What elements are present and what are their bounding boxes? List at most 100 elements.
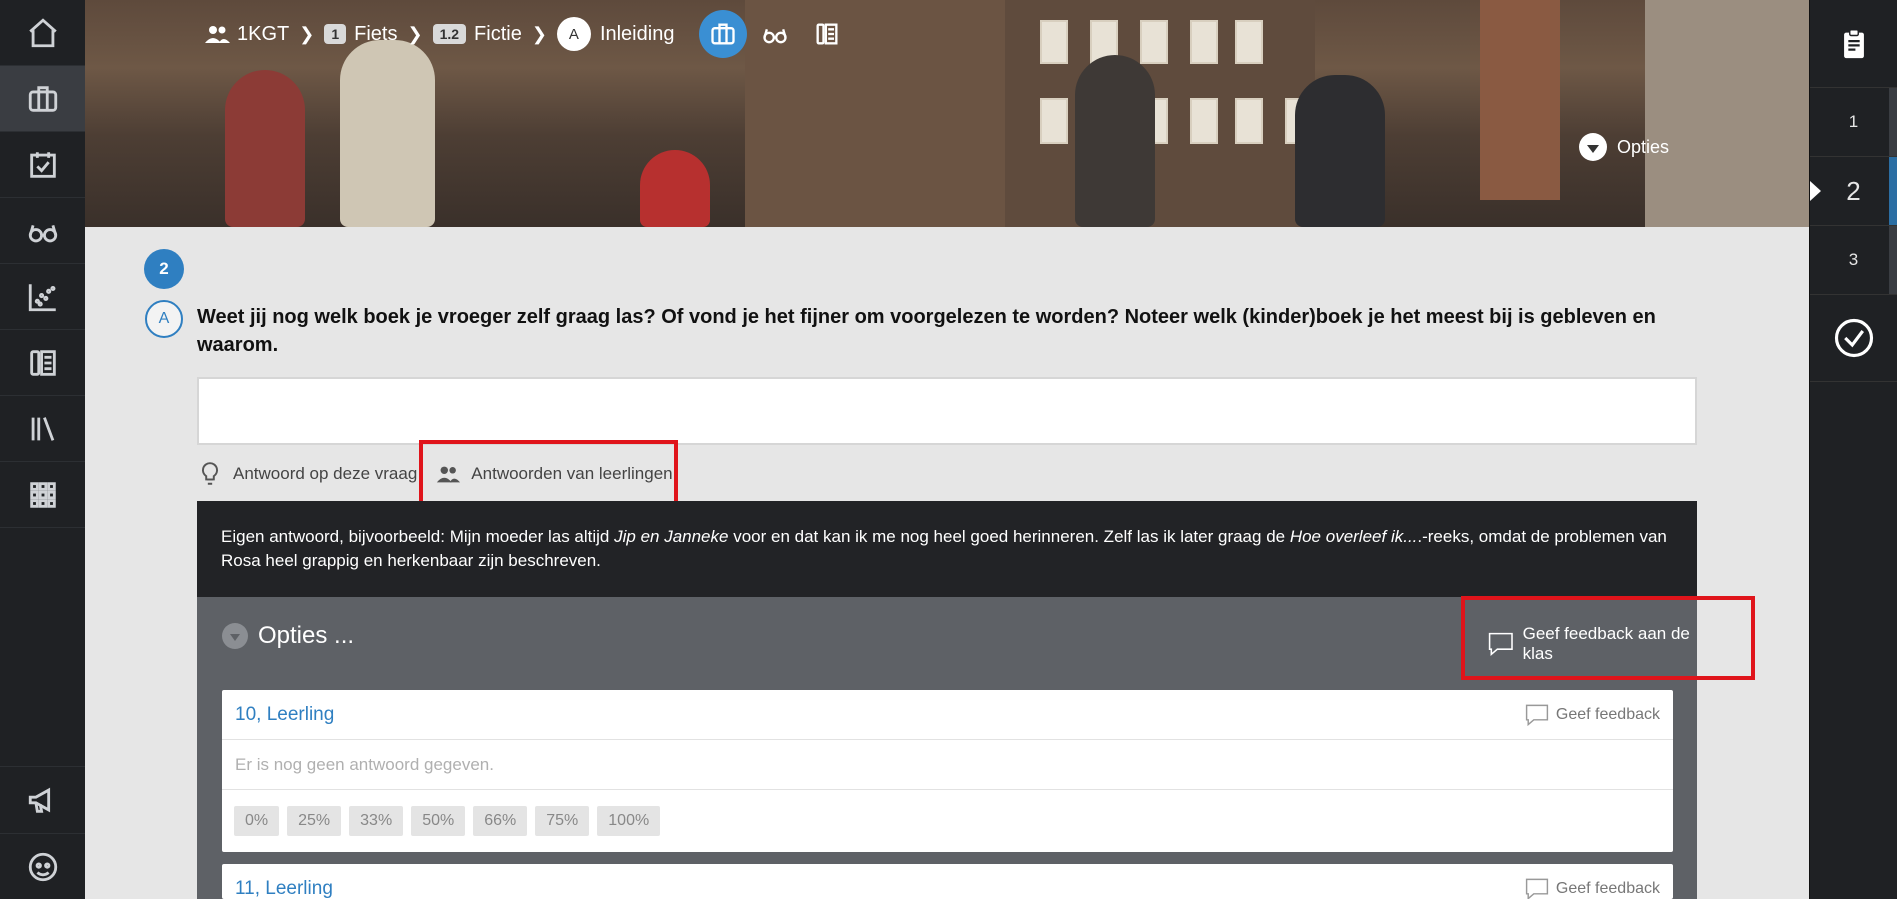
glasses-icon [763,29,788,44]
student-name-link[interactable]: 10, Leerling [235,704,334,726]
right-sidebar: 1 2 3 [1809,0,1897,899]
book-pages-icon [29,349,56,376]
breadcrumb-section-label: Fictie [474,22,522,45]
glasses-icon [28,224,57,242]
nav-library[interactable] [0,396,85,462]
home-icon [28,17,57,47]
student-card: 10, Leerling Geef feedback Er is nog gee… [222,690,1673,852]
header-banner: 1KGT ❯ 1 Fiets ❯ 1.2 Fictie ❯ A Inleidin… [85,0,1809,227]
current-step-arrow-icon [1810,181,1821,201]
nav-apps[interactable] [0,462,85,528]
step-nav-label: 1 [1848,112,1859,131]
library-icon [31,416,54,441]
breadcrumb-class-label: 1KGT [237,22,290,45]
view-review-button[interactable] [751,10,799,58]
question-text: Weet jij nog welk boek je vroeger zelf g… [197,306,1656,356]
comment-icon [1525,878,1549,899]
score-buttons: 0% 25% 33% 50% 66% 75% 100% [222,790,1673,852]
student-feedback-label: Geef feedback [1555,879,1660,897]
megaphone-icon [28,787,50,813]
score-button[interactable]: 33% [349,806,404,836]
view-lesson-button[interactable] [699,10,748,58]
nav-home[interactable] [0,0,85,66]
left-sidebar [0,0,85,899]
score-button[interactable]: 66% [473,806,528,836]
student-feedback-label: Geef feedback [1555,705,1660,723]
step-nav-label: 2 [1846,175,1861,206]
answer-input[interactable] [197,377,1697,445]
nav-method[interactable] [0,330,85,396]
section-badge: 1.2 [432,24,467,44]
calendar-check-icon [29,151,56,178]
step-nav-3[interactable]: 3 [1810,226,1897,295]
score-button[interactable]: 100% [597,806,661,836]
chevron-right-icon: ❯ [407,23,423,44]
header-opties-button[interactable]: Opties [1578,133,1669,161]
nav-results[interactable] [0,264,85,330]
scroll-rail-active[interactable] [1889,157,1897,225]
breadcrumb-chapter-label: Fiets [354,22,398,45]
nav-tasks[interactable] [0,132,85,198]
chevron-down-icon [1578,133,1607,161]
model-answer-title: Jip en Janneke [614,527,729,546]
model-answer-panel: Eigen antwoord, bijvoorbeeld: Mijn moede… [197,501,1697,598]
student-card-header: 10, Leerling Geef feedback [222,690,1673,740]
step-nav-1[interactable]: 1 [1810,88,1897,157]
model-answer-title: Hoe overleef ik... [1289,527,1418,546]
part-letter-badge: A [556,17,591,51]
chapter-badge: 1 [324,24,347,44]
score-button[interactable]: 0% [234,806,280,836]
student-card-header: 11, Leerling Geef feedback [222,864,1673,899]
breadcrumb-part-label: Inleiding [599,22,675,45]
score-button[interactable]: 50% [411,806,466,836]
model-answer-text: voor en dat kan ik me nog heel goed heri… [728,527,1290,546]
briefcase-icon [28,85,57,112]
step-nav-label: 3 [1848,250,1859,269]
finish-button[interactable] [1810,295,1897,382]
scroll-rail [1889,88,1897,156]
student-name-link[interactable]: 11, Leerling [235,878,333,899]
nav-profile[interactable] [0,833,85,899]
nav-announcements[interactable] [0,766,85,832]
breadcrumb-chapter[interactable]: 1 Fiets [324,23,397,46]
options-toggle[interactable]: Opties ... [222,622,354,650]
tab-model-answer-label: Antwoord op deze vraag [233,464,418,483]
score-button[interactable]: 75% [535,806,590,836]
tab-model-answer[interactable]: Antwoord op deze vraag [197,458,417,490]
question-letter-badge: A [145,300,183,338]
student-feedback-button[interactable]: Geef feedback [1524,703,1660,727]
step-nav-2[interactable]: 2 [1810,157,1897,226]
lightbulb-icon [202,462,218,485]
clipboard-button[interactable] [1810,0,1897,88]
student-feedback-button[interactable]: Geef feedback [1524,877,1660,899]
chevron-right-icon: ❯ [531,23,547,44]
comment-icon [1525,704,1549,726]
student-answer-text: Er is nog geen antwoord gegeven. [222,740,1673,790]
score-button[interactable]: 25% [287,806,342,836]
check-circle-icon [1834,318,1873,358]
nav-lessons[interactable] [0,66,85,132]
breadcrumb-section[interactable]: 1.2 Fictie [432,22,522,46]
briefcase-icon [711,23,736,45]
scatter-chart-icon [28,283,56,311]
view-method-button[interactable] [803,10,851,58]
chevron-down-icon [222,623,248,649]
breadcrumb-class[interactable]: 1KGT [203,23,289,46]
highlight-box [419,440,678,506]
scroll-rail [1889,226,1897,294]
avatar-icon [28,852,57,881]
model-answer-text: Eigen antwoord, bijvoorbeeld: Mijn moede… [221,527,615,546]
group-icon [205,26,230,43]
breadcrumb: 1KGT ❯ 1 Fiets ❯ 1.2 Fictie ❯ A Inleidin… [203,10,851,58]
chevron-right-icon: ❯ [299,23,315,44]
header-opties-label: Opties [1616,136,1669,157]
apps-grid-icon [29,481,56,508]
highlight-box [1461,596,1755,680]
options-title: Opties ... [258,622,355,649]
nav-review[interactable] [0,198,85,264]
student-card: 11, Leerling Geef feedback [222,864,1673,899]
clipboard-icon [1843,28,1864,58]
step-number-badge: 2 [144,249,184,289]
breadcrumb-part[interactable]: A Inleiding [556,17,675,51]
book-pages-icon [816,23,838,45]
